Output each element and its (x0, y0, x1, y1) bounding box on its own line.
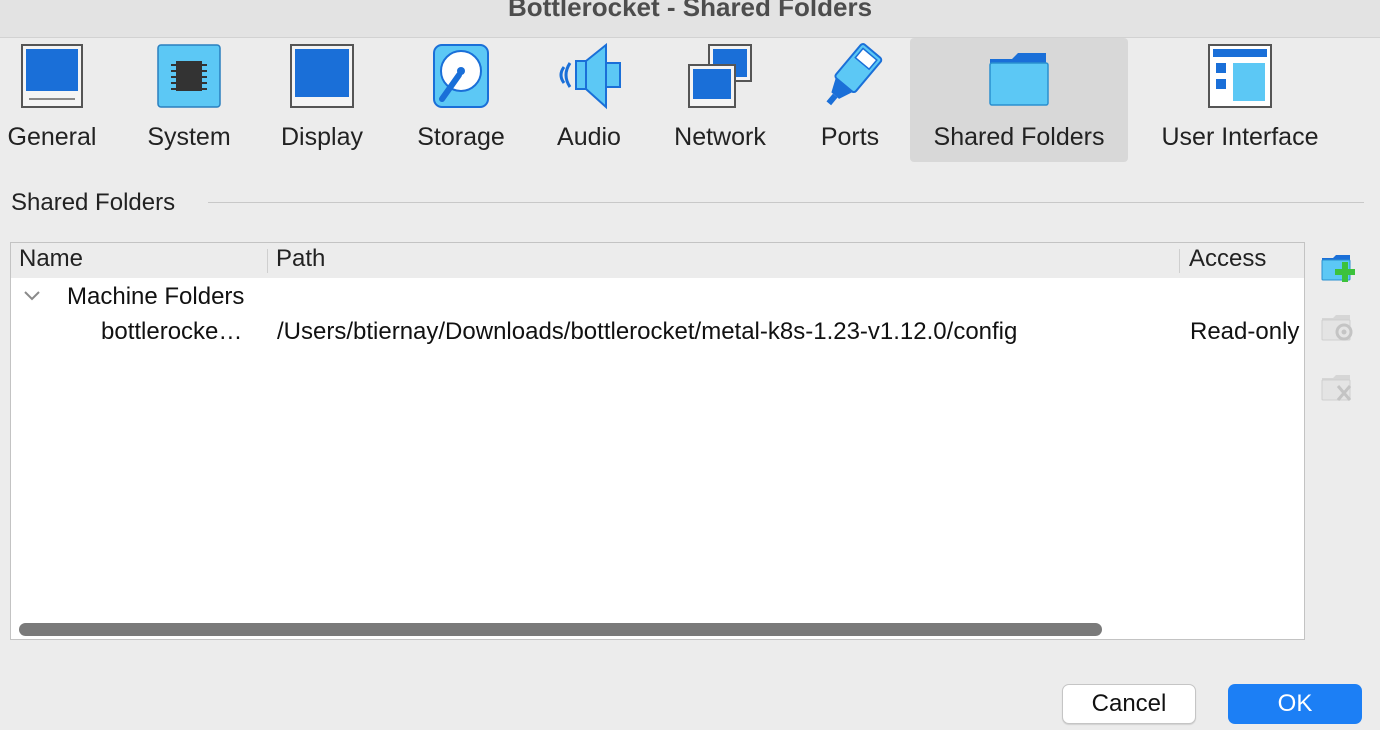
column-separator (1179, 249, 1180, 273)
tab-general-label: General (7, 123, 97, 151)
group-label: Machine Folders (67, 283, 245, 310)
window-title: Bottlerocket - Shared Folders (507, 0, 873, 22)
edit-folder-icon[interactable] (1320, 310, 1356, 346)
tab-storage[interactable]: Storage (409, 38, 513, 162)
tab-shared-folders[interactable]: Shared Folders (910, 38, 1128, 162)
network-icon (688, 44, 752, 108)
tab-shared-folders-label: Shared Folders (933, 123, 1105, 151)
remove-folder-icon[interactable] (1320, 370, 1356, 406)
shared-folder-icon (989, 53, 1049, 106)
horizontal-scrollbar[interactable] (19, 623, 1102, 636)
title-bar: Bottlerocket - Shared Folders (0, 0, 1380, 38)
tab-audio[interactable]: Audio (542, 38, 636, 162)
tab-network[interactable]: Network (664, 38, 776, 162)
tab-audio-label: Audio (557, 123, 621, 151)
tab-display-label: Display (281, 123, 363, 151)
user-interface-icon (1208, 44, 1272, 108)
column-header-access[interactable]: Access (1189, 245, 1266, 273)
ok-button[interactable]: OK (1228, 684, 1362, 724)
column-separator (267, 249, 268, 273)
general-icon (21, 44, 83, 108)
table-header: Name Path Access (11, 243, 1304, 278)
tab-ports-label: Ports (820, 123, 880, 151)
system-chip-icon (157, 44, 221, 108)
display-monitor-icon (290, 44, 354, 108)
tab-user-interface[interactable]: User Interface (1148, 38, 1332, 162)
storage-disk-icon (433, 44, 489, 108)
audio-speaker-icon (559, 43, 621, 110)
group-row-machine-folders[interactable]: Machine Folders (11, 279, 1304, 315)
add-folder-icon[interactable] (1320, 250, 1356, 286)
cell-folder-path: /Users/btiernay/Downloads/bottlerocket/m… (277, 318, 1018, 345)
cell-folder-name: bottlerocke… (101, 318, 243, 345)
cell-folder-access: Read-only (1190, 318, 1300, 345)
cancel-button[interactable]: Cancel (1062, 684, 1196, 724)
column-header-path[interactable]: Path (276, 245, 325, 273)
tab-network-label: Network (674, 123, 766, 151)
ports-plug-icon (826, 43, 883, 106)
column-header-name[interactable]: Name (19, 245, 83, 273)
tab-system-label: System (147, 123, 231, 151)
shared-folders-table[interactable]: Name Path Access Machine Folders bottler… (10, 242, 1305, 640)
chevron-down-icon[interactable] (22, 287, 42, 303)
tab-ports[interactable]: Ports (805, 38, 895, 162)
settings-window: Bottlerocket - Shared Folders General Sy… (0, 0, 1380, 730)
tab-user-interface-label: User Interface (1161, 123, 1319, 151)
tab-display[interactable]: Display (270, 38, 374, 162)
tab-general[interactable]: General (0, 38, 104, 162)
tab-system[interactable]: System (137, 38, 241, 162)
section-title: Shared Folders (11, 189, 176, 216)
table-row[interactable]: bottlerocke… /Users/btiernay/Downloads/b… (11, 315, 1304, 351)
tab-storage-label: Storage (417, 123, 505, 151)
section-divider (208, 202, 1364, 203)
settings-toolbar: General System Display Storage Audio Net… (0, 38, 1380, 162)
